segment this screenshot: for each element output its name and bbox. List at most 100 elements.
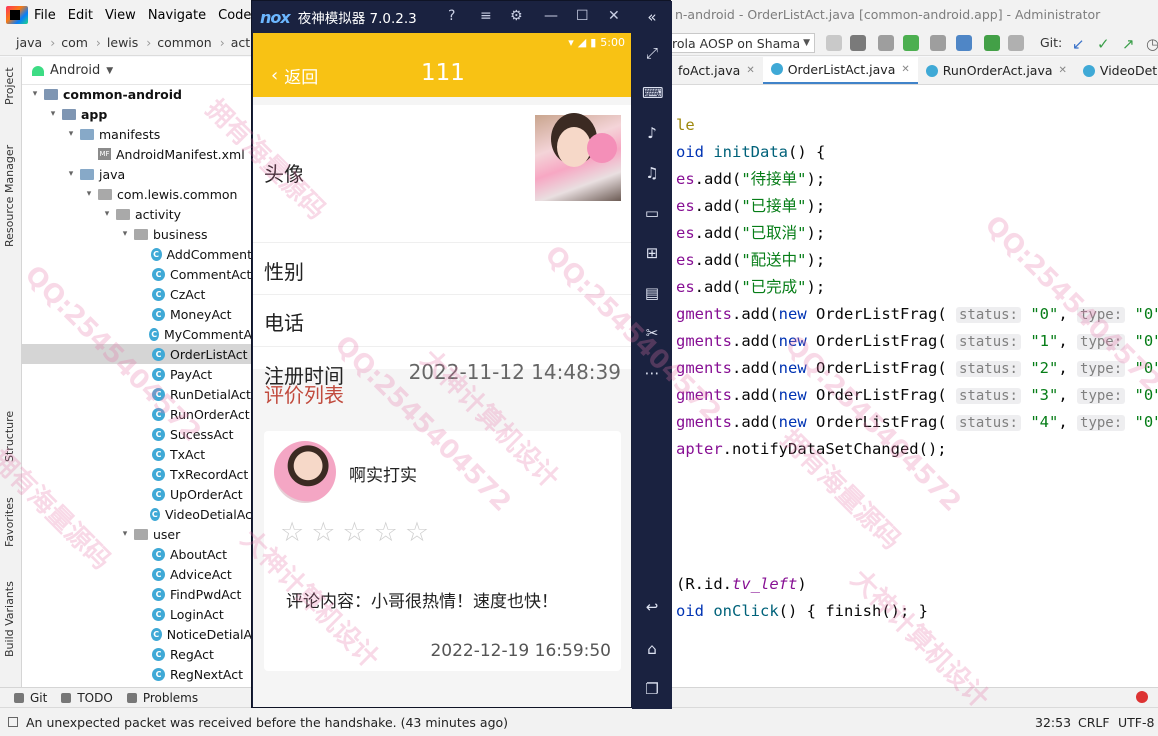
tree-item[interactable]: C TxAct [22, 444, 252, 464]
expand-arrow-icon[interactable]: ▾ [120, 229, 130, 239]
recent-apps-icon[interactable]: ❐ [642, 679, 662, 699]
apply-changes-icon[interactable] [878, 35, 894, 51]
expand-arrow-icon[interactable]: ▾ [66, 169, 76, 179]
tree-item[interactable]: C AboutAct [22, 544, 252, 564]
tree-item[interactable]: C VideoDetialAc [22, 504, 252, 524]
tool-structure[interactable]: Structure [3, 411, 16, 462]
volume-down-icon[interactable]: ♫ [642, 163, 662, 183]
editor-tab[interactable]: OrderListAct.java ✕ [762, 57, 918, 84]
avatar-row[interactable]: 头像 [253, 105, 631, 243]
expand-arrow-icon[interactable]: ▾ [120, 529, 130, 539]
tree-item[interactable]: C UpOrderAct [22, 484, 252, 504]
sdk-manager-icon[interactable] [984, 35, 1000, 51]
tree-item[interactable]: C RegAct [22, 644, 252, 664]
tree-item[interactable]: C AddComment [22, 244, 252, 264]
tree-item[interactable]: C LoginAct [22, 604, 252, 624]
tool-build-variants[interactable]: Build Variants [3, 581, 16, 657]
tree-item[interactable]: C SucessAct [22, 424, 252, 444]
expand-arrow-icon[interactable]: ▾ [30, 89, 40, 99]
file-encoding[interactable]: UTF-8 [1118, 715, 1154, 730]
expand-arrow-icon[interactable]: ▾ [102, 209, 112, 219]
status-message[interactable]: An unexpected packet was received before… [26, 715, 508, 730]
expand-arrow-icon[interactable]: ▾ [66, 129, 76, 139]
tree-item[interactable]: C OrderListAct [22, 344, 252, 364]
help-icon[interactable]: ? [448, 8, 455, 24]
tree-item[interactable]: C NoticeDetialA [22, 624, 252, 644]
expand-arrow-icon[interactable]: ▾ [48, 109, 58, 119]
collapse-sidebar-icon[interactable]: « [642, 7, 662, 27]
tree-item[interactable]: C FindPwdAct [22, 584, 252, 604]
screen-icon[interactable]: ▭ [642, 203, 662, 223]
tool-problems[interactable]: Problems [126, 691, 198, 705]
caret-position[interactable]: 32:53 [1035, 715, 1071, 730]
git-update-icon[interactable]: ↙ [1072, 35, 1088, 53]
line-separator[interactable]: CRLF [1078, 715, 1110, 730]
menu-view[interactable]: View [105, 8, 136, 23]
tree-item[interactable]: C AdviceAct [22, 564, 252, 584]
breadcrumb-common[interactable]: common [157, 35, 230, 50]
tool-favorites[interactable]: Favorites [3, 497, 16, 547]
editor-tab[interactable]: VideoDetialAct [1075, 57, 1158, 84]
tree-item[interactable]: C RunDetialAct [22, 384, 252, 404]
tree-item[interactable]: ▾ java [22, 164, 252, 184]
apk-install-icon[interactable]: ⊞ [642, 243, 662, 263]
tree-item[interactable]: C MoneyAct [22, 304, 252, 324]
tool-git[interactable]: Git [14, 691, 47, 705]
back-button[interactable]: ‹ 返回 [271, 63, 318, 88]
tool-resource-manager[interactable]: Resource Manager [3, 145, 16, 247]
tree-item[interactable]: ▾ activity [22, 204, 252, 224]
close-icon[interactable]: ✕ [608, 8, 620, 24]
close-tab-icon[interactable]: ✕ [901, 64, 909, 75]
tool-todo[interactable]: TODO [61, 691, 113, 705]
expand-arrow-icon[interactable]: ▾ [84, 189, 94, 199]
maximize-icon[interactable]: ☐ [576, 8, 589, 24]
history-icon[interactable]: ◷ [1146, 35, 1158, 53]
menu-icon[interactable]: ≡ [480, 8, 492, 24]
scissors-icon[interactable]: ✂ [642, 323, 662, 343]
phone-row[interactable]: 电话 [253, 295, 631, 347]
fullscreen-icon[interactable]: ⤢ [642, 43, 662, 63]
menu-code[interactable]: Code [218, 8, 251, 23]
editor-tab[interactable]: foAct.java ✕ [670, 57, 763, 84]
tree-item[interactable]: C TxRecordAct [22, 464, 252, 484]
tree-item[interactable]: C CommentAct [22, 264, 252, 284]
gender-row[interactable]: 性别 [253, 243, 631, 295]
minimize-icon[interactable]: — [544, 8, 558, 24]
tree-item[interactable]: C RunOrderAct [22, 404, 252, 424]
tree-item[interactable]: ▾ manifests [22, 124, 252, 144]
tool-project[interactable]: Project [3, 67, 16, 105]
breadcrumb-lewis[interactable]: lewis [107, 35, 157, 50]
tree-item[interactable]: ▾ common-android [22, 84, 252, 104]
status-checkbox-icon[interactable] [8, 717, 18, 727]
event-log-icon[interactable] [1136, 691, 1148, 703]
keyboard-icon[interactable]: ⌨ [642, 83, 664, 103]
tree-item[interactable]: C MyCommentA [22, 324, 252, 344]
profile-icon[interactable] [956, 35, 972, 51]
tree-item[interactable]: ▾ app [22, 104, 252, 124]
back-nav-icon[interactable]: ↩ [642, 597, 662, 617]
tree-item[interactable]: C PayAct [22, 364, 252, 384]
tree-item[interactable]: C CzAct [22, 284, 252, 304]
more-icon[interactable]: ⋯ [642, 363, 662, 383]
debug-icon[interactable] [903, 35, 919, 51]
stop-icon[interactable] [1008, 35, 1024, 51]
menu-edit[interactable]: Edit [68, 8, 93, 23]
close-tab-icon[interactable]: ✕ [1059, 65, 1067, 76]
editor-tab[interactable]: RunOrderAct.java ✕ [918, 57, 1075, 84]
git-push-icon[interactable]: ↗ [1122, 35, 1138, 53]
volume-up-icon[interactable]: ♪ [642, 123, 662, 143]
close-tab-icon[interactable]: ✕ [746, 65, 754, 76]
breadcrumb-java[interactable]: java [16, 35, 61, 50]
menu-file[interactable]: File [34, 8, 56, 23]
multi-instance-icon[interactable]: ▤ [642, 283, 662, 303]
menu-navigate[interactable]: Navigate [148, 8, 206, 23]
tree-item[interactable]: ▾ business [22, 224, 252, 244]
run-device-selector[interactable]: rola AOSP on Shama ▼ [665, 33, 815, 53]
make-icon[interactable] [850, 35, 866, 51]
settings-icon[interactable]: ⚙ [510, 8, 523, 24]
refresh-icon[interactable] [826, 35, 842, 51]
home-nav-icon[interactable]: ⌂ [642, 639, 662, 659]
code-editor[interactable]: le oid initData() { es.add("待接单"); es.ad… [670, 85, 1158, 687]
avatar[interactable] [535, 115, 621, 201]
tree-item[interactable]: MF AndroidManifest.xml [22, 144, 252, 164]
